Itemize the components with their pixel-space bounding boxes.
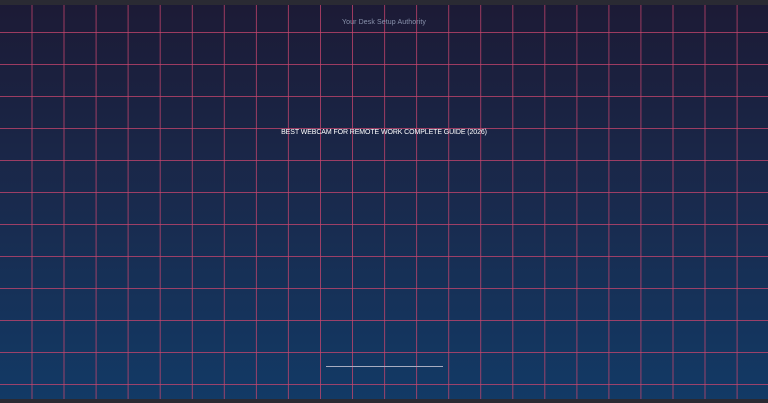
site-tagline: Your Desk Setup Authority (342, 19, 426, 26)
loading-progress-bar (326, 366, 443, 367)
loading-progress-fill (326, 366, 443, 367)
splash-screen: Your Desk Setup Authority BEST WEBCAM FO… (0, 0, 768, 403)
top-bar (0, 0, 768, 5)
retro-grid-background (0, 0, 768, 403)
bottom-bar (0, 399, 768, 403)
page-title: BEST WEBCAM FOR REMOTE WORK COMPLETE GUI… (281, 129, 487, 136)
